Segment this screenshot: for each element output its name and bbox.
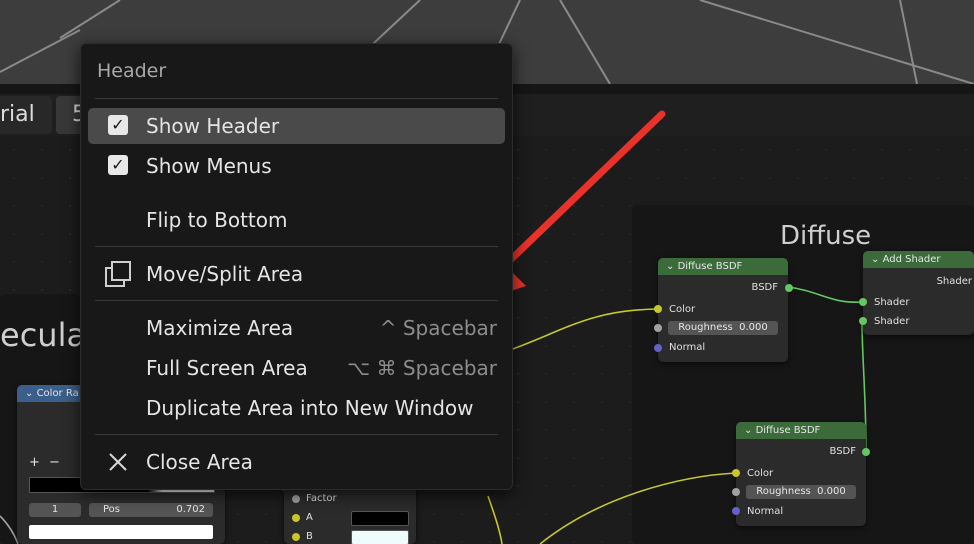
output-socket[interactable] xyxy=(785,284,793,292)
node-add-shader[interactable]: ⌄ Add Shader Shader Shader Shader xyxy=(863,251,974,335)
input-socket[interactable] xyxy=(859,298,867,306)
socket-label: Color xyxy=(747,468,774,479)
socket-label: A xyxy=(306,512,313,523)
socket-label: Normal xyxy=(747,506,784,517)
node-title: Add Shader xyxy=(882,254,941,265)
node-title: Diffuse BSDF xyxy=(677,261,743,272)
menu-item-maximize-area[interactable]: Maximize Area ^ Spacebar xyxy=(88,310,505,346)
field-value: 0.000 xyxy=(739,322,768,333)
close-icon xyxy=(109,453,127,471)
menu-item-label: Maximize Area xyxy=(146,316,294,340)
roughness-field[interactable]: Roughness 0.000 xyxy=(746,485,856,499)
menu-item-move-split-area[interactable]: Move/Split Area xyxy=(88,256,505,292)
checkbox-checked-icon[interactable]: ✓ xyxy=(108,115,128,135)
menu-item-label: Duplicate Area into New Window xyxy=(146,396,474,420)
field-value: 0.000 xyxy=(817,486,846,497)
menu-item-flip-to-bottom[interactable]: Flip to Bottom xyxy=(88,202,505,238)
shortcut-label: ^ Spacebar xyxy=(379,316,497,340)
field-label: Roughness xyxy=(756,486,811,497)
field-label: Pos xyxy=(103,504,121,515)
menu-title: Header xyxy=(97,60,167,82)
material-name-field[interactable]: rial xyxy=(0,96,52,134)
menu-separator xyxy=(95,300,498,301)
color-swatch-b[interactable] xyxy=(351,530,409,544)
input-socket[interactable] xyxy=(732,507,740,515)
socket-label: BSDF xyxy=(751,282,778,293)
menu-item-show-header[interactable]: ✓ Show Header xyxy=(88,108,505,144)
menu-item-full-screen-area[interactable]: Full Screen Area ⌥ ⌘ Spacebar xyxy=(88,350,505,386)
menu-item-label: Show Header xyxy=(146,114,280,138)
stop-index-field[interactable]: 1 xyxy=(29,503,81,517)
input-socket[interactable] xyxy=(732,488,740,496)
socket-label: Color xyxy=(669,304,696,315)
menu-item-label: Move/Split Area xyxy=(146,262,304,286)
input-socket[interactable] xyxy=(654,344,662,352)
header-context-menu: Header ✓ Show Header ✓ Show Menus Flip t… xyxy=(80,43,513,490)
socket-label: Normal xyxy=(669,342,706,353)
split-area-icon xyxy=(105,261,131,287)
node-header[interactable]: ⌄ Diffuse BSDF xyxy=(658,258,788,275)
menu-item-label: Close Area xyxy=(146,450,253,474)
color-swatch-a[interactable] xyxy=(351,511,409,526)
menu-item-label: Full Screen Area xyxy=(146,356,308,380)
menu-item-show-menus[interactable]: ✓ Show Menus xyxy=(88,148,505,184)
menu-item-close-area[interactable]: Close Area xyxy=(88,444,505,480)
field-value: 0.702 xyxy=(176,504,205,515)
collapse-chevron-icon[interactable]: ⌄ xyxy=(25,388,37,399)
node-diffuse-bsdf[interactable]: ⌄ Diffuse BSDF BSDF Color Roughness 0.00… xyxy=(658,258,788,362)
remove-stop-button[interactable]: − xyxy=(49,455,60,470)
socket-label: Shader xyxy=(874,316,910,327)
node-title: Color Ra xyxy=(36,388,79,399)
socket-label: B xyxy=(306,531,313,542)
menu-item-duplicate-area[interactable]: Duplicate Area into New Window xyxy=(88,390,505,426)
menu-separator xyxy=(95,246,498,247)
input-socket[interactable] xyxy=(292,514,300,522)
shortcut-label: ⌥ ⌘ Spacebar xyxy=(347,356,497,380)
input-socket[interactable] xyxy=(654,324,662,332)
collapse-chevron-icon[interactable]: ⌄ xyxy=(871,254,883,265)
input-socket[interactable] xyxy=(732,469,740,477)
node-header[interactable]: ⌄ Diffuse BSDF xyxy=(736,422,866,439)
output-socket[interactable] xyxy=(862,448,870,456)
socket-label: Factor xyxy=(306,493,337,504)
input-socket[interactable] xyxy=(292,495,300,503)
color-swatch[interactable] xyxy=(29,525,213,539)
socket-label: Shader xyxy=(874,297,910,308)
menu-item-label: Show Menus xyxy=(146,154,272,178)
pos-field[interactable]: Pos 0.702 xyxy=(89,503,213,517)
node-header[interactable]: ⌄ Add Shader xyxy=(863,251,974,268)
roughness-field[interactable]: Roughness 0.000 xyxy=(668,321,778,335)
collapse-chevron-icon[interactable]: ⌄ xyxy=(744,425,756,436)
menu-separator xyxy=(95,434,498,435)
input-socket[interactable] xyxy=(859,317,867,325)
menu-separator xyxy=(95,98,498,99)
checkbox-checked-icon[interactable]: ✓ xyxy=(108,155,128,175)
add-stop-button[interactable]: + xyxy=(29,455,40,470)
node-title: Diffuse BSDF xyxy=(755,425,821,436)
socket-label: Shader xyxy=(936,276,972,287)
input-socket[interactable] xyxy=(292,533,300,541)
field-label: Roughness xyxy=(678,322,733,333)
menu-item-label: Flip to Bottom xyxy=(146,208,288,232)
node-diffuse-bsdf[interactable]: ⌄ Diffuse BSDF BSDF Color Roughness 0.00… xyxy=(736,422,866,526)
socket-label: BSDF xyxy=(829,446,856,457)
